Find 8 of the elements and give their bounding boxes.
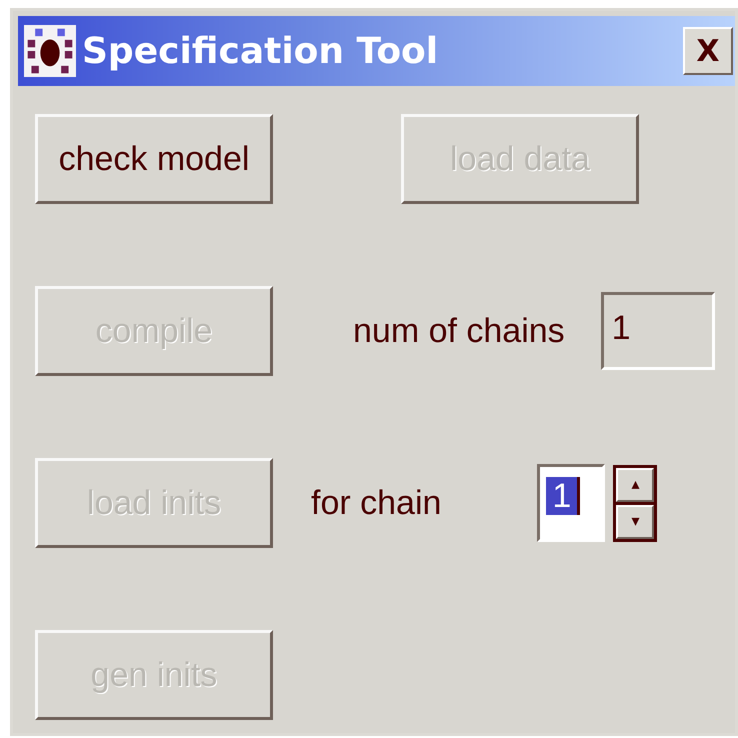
for-chain-field[interactable]: 1 (537, 464, 606, 542)
close-button[interactable]: X (683, 27, 733, 75)
action-button[interactable]: check model (35, 114, 273, 204)
spin-down-button[interactable]: ▾ (616, 504, 654, 538)
spin-up-button[interactable]: ▴ (616, 468, 654, 502)
for-chain-label: for chain (311, 484, 442, 522)
num-of-chains-label: num of chains (353, 312, 565, 350)
window-title: Specification Tool (82, 30, 440, 72)
